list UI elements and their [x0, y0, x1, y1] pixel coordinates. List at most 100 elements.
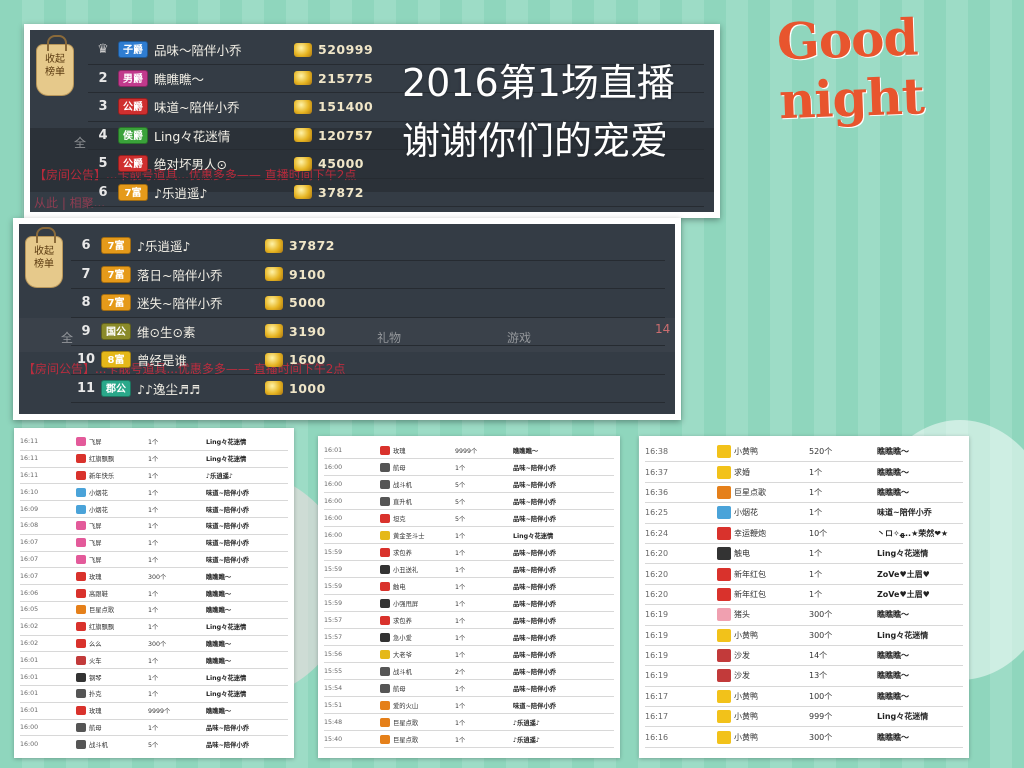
log-gift: 玫瑰	[76, 571, 148, 581]
log-user: 品味~陪伴小乔	[206, 741, 250, 749]
gift-icon	[717, 669, 731, 683]
gift-log-row: 16:11 飞屏 1个 Ling々花迷情	[20, 434, 288, 451]
gift-icon	[717, 465, 731, 479]
log-user: 瞧瞧瞧～	[206, 590, 232, 598]
log-time: 16:06	[20, 589, 39, 597]
gift-icon	[380, 445, 390, 455]
log-user: 味道~陪伴小乔	[877, 508, 932, 518]
gift-icon	[380, 547, 390, 557]
gift-icon	[380, 479, 390, 489]
gift-log-table-1: 16:11 飞屏 1个 Ling々花迷情 16:11 红旗飘飘 1个 Ling々花迷情 16:1…	[14, 428, 294, 758]
log-gift: 火车	[76, 655, 148, 665]
gift-name: 飞屏	[89, 439, 102, 447]
gift-log-row: 15:51 爱的火山 1个 味道~陪伴小乔	[324, 697, 614, 714]
gift-name: 求包养	[393, 549, 412, 557]
log-time: 16:07	[20, 572, 39, 580]
rank-row[interactable]: 9 国公 维⊙生⊙素 3190	[71, 318, 665, 346]
gift-log-row: 16:19 沙发 14个 瞧瞧瞧～	[645, 646, 963, 667]
gift-log-row: 15:59 小丑送礼 1个 品味~陪伴小乔	[324, 561, 614, 578]
rank-badge: 7富	[101, 294, 131, 312]
log-time: 15:59	[324, 565, 343, 573]
gift-log-row: 16:01 钢琴 1个 Ling々花迷情	[20, 669, 288, 686]
log-user: 瞧瞧瞧～	[206, 573, 232, 581]
rank-row[interactable]: 7 7富 落日~陪伴小乔 9100	[71, 261, 665, 289]
log-user: ♪乐逍遥♪	[206, 472, 233, 480]
rank-badge: 7富	[101, 237, 131, 255]
rank-list: 6 7富 ♪乐逍遥♪ 37872 7 7富 落日~陪伴小乔 9100 8 7富 迷失~陪伴小乔 500…	[71, 232, 665, 403]
log-gift: 小强甩屏	[380, 598, 455, 608]
log-qty: 1个	[455, 600, 466, 608]
log-time: 15:48	[324, 718, 343, 726]
gift-icon	[76, 554, 86, 564]
board-label: 榜单	[34, 259, 54, 270]
log-time: 16:16	[645, 732, 669, 742]
gift-log-row: 16:01 火车 1个 瞧瞧瞧～	[20, 652, 288, 670]
log-time: 16:37	[645, 467, 669, 477]
rank-row[interactable]: 10 8富 曾经是谁 1600	[71, 346, 665, 375]
rank-badge: 8富	[101, 351, 131, 369]
log-user: 品味~陪伴小乔	[513, 481, 557, 489]
log-qty: 300个	[148, 573, 167, 581]
log-user: 品味~陪伴小乔	[513, 464, 557, 472]
gift-name: 巨星点歌	[734, 487, 766, 497]
gift-name: 爱的火山	[393, 702, 419, 710]
gift-log-row: 16:02 么么 300个 瞧瞧瞧～	[20, 636, 288, 653]
collapse-board-button[interactable]: 收起 榜单	[36, 35, 74, 96]
rank-badge: 子爵	[118, 41, 148, 59]
gift-name: 玫瑰	[89, 708, 102, 716]
gift-log-row: 16:07 玫瑰 300个 瞧瞧瞧～	[20, 568, 288, 586]
log-user: 品味~陪伴小乔	[513, 583, 557, 591]
gift-log-row: 15:56 大老爷 1个 品味~陪伴小乔	[324, 646, 614, 663]
user-name: 落日~陪伴小乔	[137, 267, 223, 283]
gift-icon	[76, 504, 86, 514]
log-user: 瞧瞧瞧～	[877, 467, 909, 477]
log-time: 16:11	[20, 455, 39, 463]
log-qty: 300个	[809, 732, 833, 742]
gift-name: 战斗机	[89, 741, 108, 749]
log-qty: 1个	[809, 508, 823, 518]
rank-row[interactable]: 8 7富 迷失~陪伴小乔 5000	[71, 289, 665, 318]
log-qty: 13个	[809, 671, 828, 681]
log-gift: 沙发	[717, 669, 809, 683]
rank-row[interactable]: 6 7富 ♪乐逍遥♪ 37872	[88, 179, 704, 207]
log-time: 16:00	[324, 463, 343, 471]
rank-row[interactable]: 6 7富 ♪乐逍遥♪ 37872	[71, 232, 665, 261]
log-qty: 1个	[148, 624, 159, 632]
score-value: 120757	[318, 127, 374, 143]
gift-name: 小烟花	[89, 489, 108, 497]
log-gift: 直升机	[380, 496, 455, 506]
gift-icon	[380, 462, 390, 472]
log-user: 品味~陪伴小乔	[513, 515, 557, 523]
log-time: 16:05	[20, 606, 39, 614]
log-gift: 幸运鞭炮	[717, 526, 809, 540]
log-time: 16:19	[645, 651, 669, 661]
log-gift: 触电	[717, 547, 809, 561]
log-gift: 航母	[380, 462, 455, 472]
log-time: 16:07	[20, 555, 39, 563]
gift-log-row: 16:00 航母 1个 品味~陪伴小乔	[324, 459, 614, 476]
gift-icon	[76, 470, 86, 480]
rank-row[interactable]: 11 郡公 ♪♪逸尘♬♬ 1000	[71, 375, 665, 403]
log-user: 品味~陪伴小乔	[513, 498, 557, 506]
log-gift: 钢琴	[76, 672, 148, 682]
gift-log-row: 16:01 玫瑰 9999个 瞧瞧瞧～	[20, 703, 288, 720]
log-qty: 5个	[455, 498, 466, 506]
live-title: 2016第1场直播 谢谢你们的宠爱	[402, 54, 675, 170]
gift-log-row: 15:40 巨星点歌 1个 ♪乐逍遥♪	[324, 731, 614, 748]
log-gift: 新年红包	[717, 567, 809, 581]
log-time: 16:00	[324, 514, 343, 522]
gift-log-row: 16:16 小黄鸭 300个 瞧瞧瞧～	[645, 727, 963, 748]
log-gift: 沙发	[717, 649, 809, 663]
gift-log-row: 15:59 触电 1个 品味~陪伴小乔	[324, 578, 614, 595]
rank-number: 2	[98, 70, 108, 86]
log-qty: 1个	[455, 464, 466, 472]
gift-icon	[717, 485, 731, 499]
collapse-board-button[interactable]: 收起 榜单	[25, 227, 63, 288]
log-gift: 求婚	[717, 465, 809, 479]
gift-log-row: 16:38 小黄鸭 520个 瞧瞧瞧～	[645, 442, 963, 463]
gift-name: 急小爱	[393, 634, 412, 642]
score-value: 151400	[318, 99, 374, 115]
log-user: Ling々花迷情	[206, 674, 247, 682]
gift-log-row: 16:08 飞屏 1个 味道~陪伴小乔	[20, 518, 288, 535]
log-gift: 巨星点歌	[380, 734, 455, 744]
